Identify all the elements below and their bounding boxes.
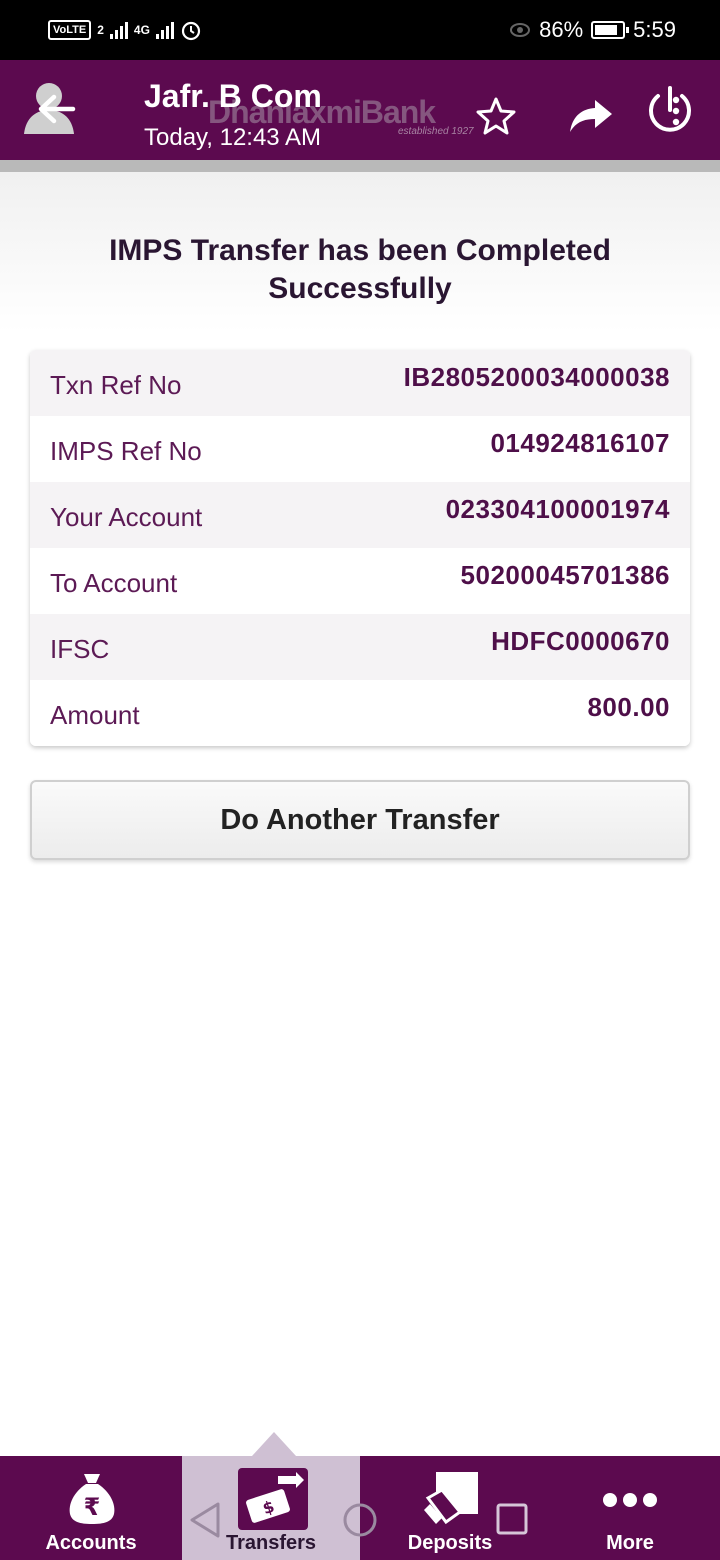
chat-title[interactable]: Jafr. B Com	[144, 78, 322, 115]
signal-icon-2	[155, 21, 174, 39]
detail-label: Amount	[50, 700, 140, 730]
battery-icon	[591, 21, 630, 39]
status-bar: VoLTE 2 4G 86% 5:59	[0, 0, 720, 60]
chat-subtitle: Today, 12:43 AM	[144, 124, 321, 151]
bank-logo-tagline: established 1927	[398, 126, 474, 137]
detail-value: IB2805200034000038	[403, 362, 670, 392]
alarm-icon	[181, 21, 201, 41]
network-type: 4G	[133, 23, 150, 37]
detail-value: 800.00	[587, 692, 670, 722]
system-recents-icon[interactable]	[496, 1503, 528, 1535]
detail-row-amount: Amount 800.00	[30, 680, 690, 746]
back-arrow-icon[interactable]	[36, 94, 76, 124]
success-heading: IMPS Transfer has been Completed Success…	[109, 234, 611, 305]
system-home-icon[interactable]	[342, 1502, 378, 1538]
status-left: VoLTE 2 4G	[48, 16, 202, 44]
system-back-icon[interactable]	[188, 1500, 222, 1540]
nav-label: Deposits	[407, 1532, 493, 1554]
battery-percent: 86%	[539, 17, 584, 42]
detail-label: IFSC	[50, 634, 110, 664]
clock: 5:59	[633, 17, 676, 42]
detail-label: To Account	[50, 568, 178, 598]
chat-header: DhanlaxmiBank established 1927 Jafr. B C…	[0, 60, 720, 160]
nav-item-accounts[interactable]: ₹ Accounts	[0, 1456, 182, 1560]
detail-value: 50200045701386	[460, 560, 670, 590]
detail-label: Your Account	[50, 502, 203, 532]
transaction-details: Txn Ref No IB2805200034000038 IMPS Ref N…	[30, 350, 690, 746]
active-tab-pointer	[252, 1432, 296, 1456]
detail-row-imps-ref: IMPS Ref No 014924816107	[30, 416, 690, 482]
detail-value: 014924816107	[490, 428, 670, 458]
detail-row-ifsc: IFSC HDFC0000670	[30, 614, 690, 680]
detail-value: 023304100001974	[445, 494, 670, 524]
star-icon[interactable]	[476, 96, 516, 136]
detail-value: HDFC0000670	[491, 626, 670, 656]
nav-item-more[interactable]: More	[540, 1456, 720, 1560]
transfer-icon: $	[238, 1468, 308, 1530]
volte-badge: VoLTE	[48, 20, 92, 40]
sim-number: 2	[97, 23, 104, 37]
deposit-icon	[424, 1472, 478, 1525]
detail-row-txn-ref: Txn Ref No IB2805200034000038	[30, 350, 690, 416]
header-divider	[0, 160, 720, 172]
more-dots-icon	[603, 1493, 657, 1507]
detail-row-your-account: Your Account 023304100001974	[30, 482, 690, 548]
detail-row-to-account: To Account 50200045701386	[30, 548, 690, 614]
signal-icon	[109, 21, 128, 39]
do-another-transfer-button[interactable]: Do Another Transfer	[30, 780, 690, 860]
forward-icon[interactable]	[568, 98, 614, 134]
power-icon[interactable]	[644, 82, 696, 138]
money-bag-icon: ₹	[69, 1474, 115, 1524]
status-right: 86% 5:59	[509, 14, 676, 46]
nav-label: More	[606, 1532, 654, 1554]
svg-text:₹: ₹	[84, 1493, 101, 1521]
detail-label: IMPS Ref No	[50, 436, 202, 466]
nav-label: Accounts	[45, 1532, 137, 1554]
detail-label: Txn Ref No	[50, 370, 182, 400]
eye-comfort-icon	[510, 23, 531, 37]
